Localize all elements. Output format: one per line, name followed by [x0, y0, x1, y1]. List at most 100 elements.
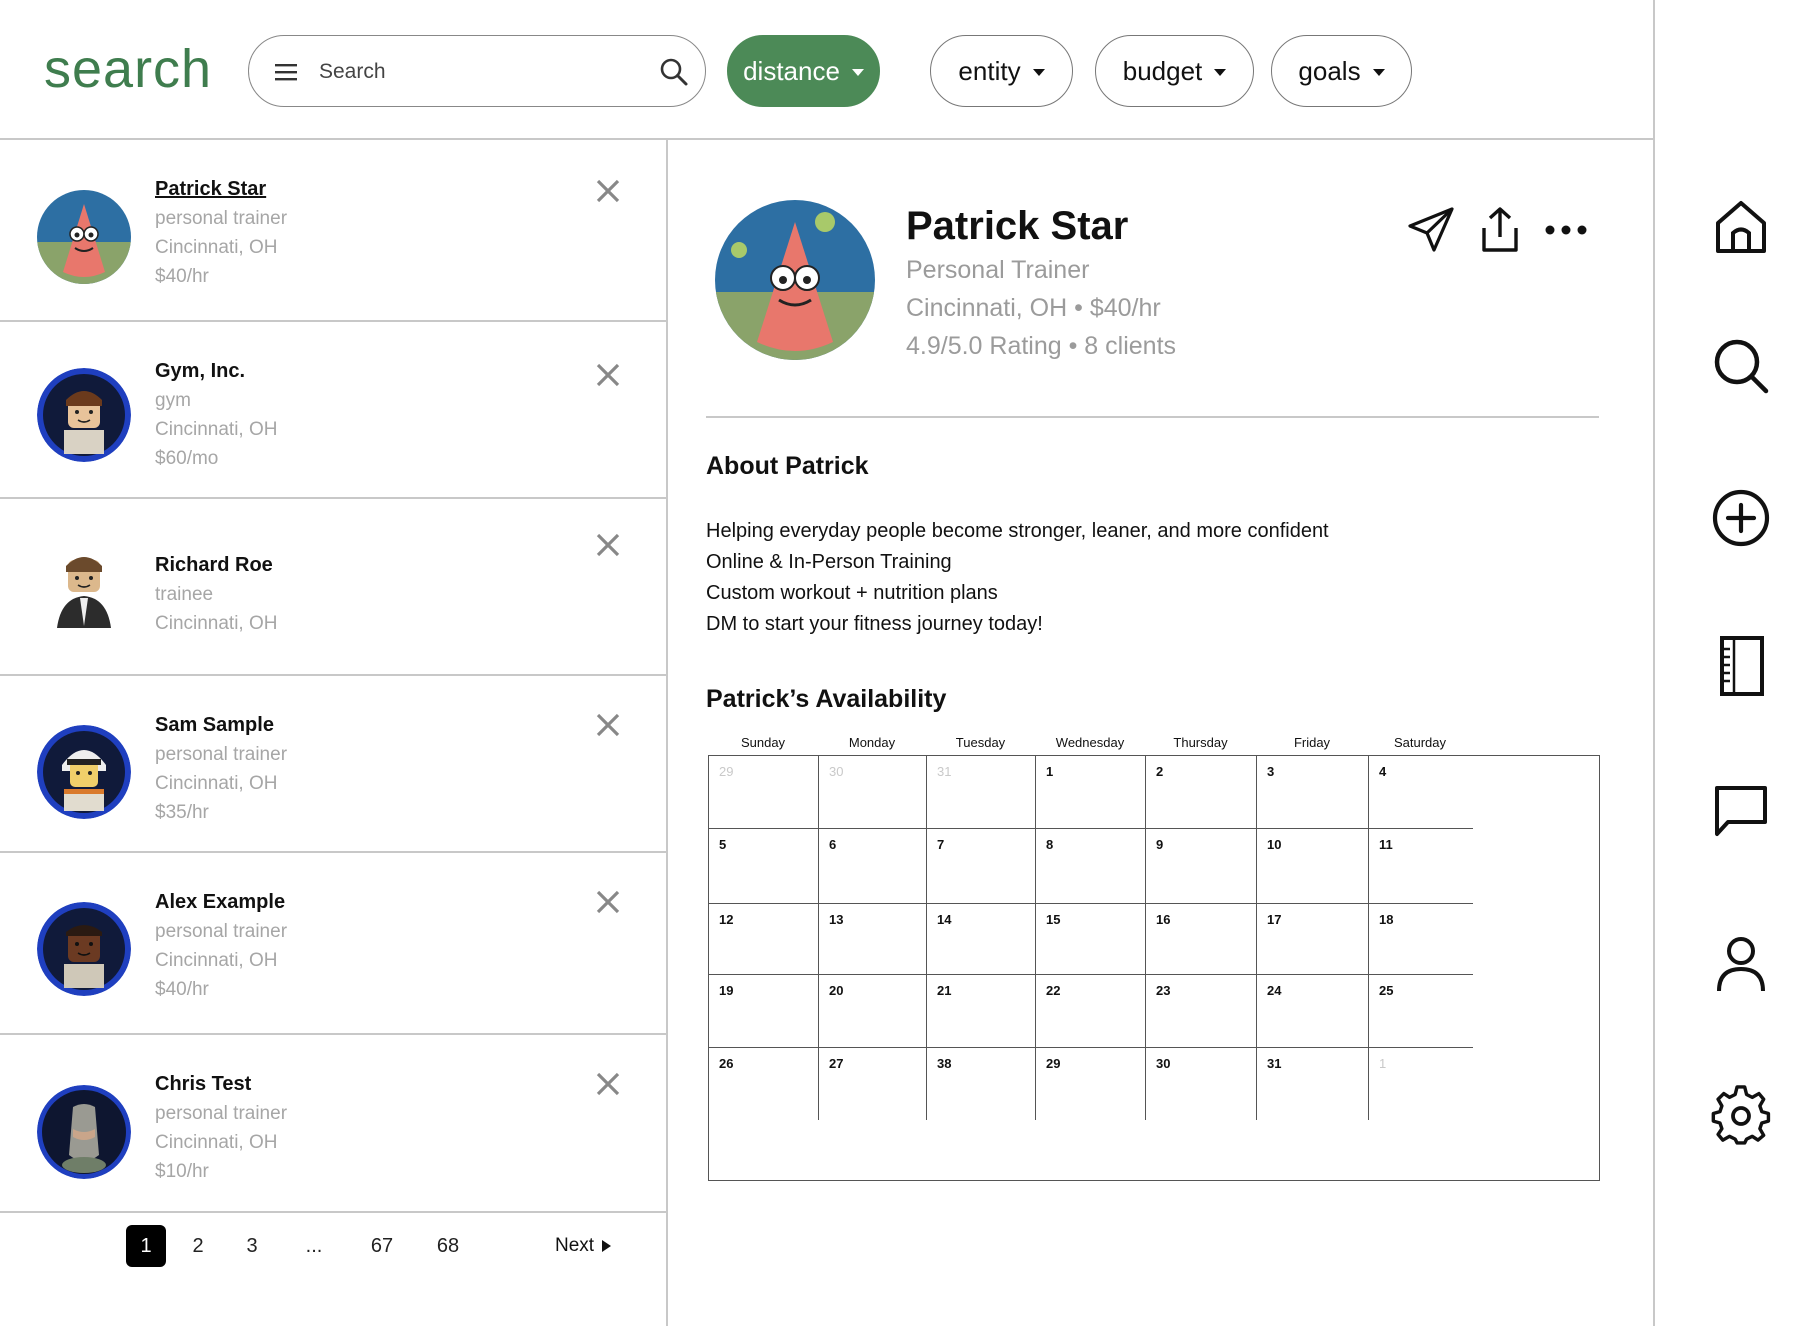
share-icon[interactable]	[1474, 204, 1526, 256]
calendar-day-number: 23	[1156, 983, 1171, 998]
result-info: Sam Sample personal trainer Cincinnati, …	[155, 710, 287, 827]
chevron-down-icon	[1372, 68, 1385, 76]
menu-icon[interactable]	[271, 56, 303, 88]
calendar-day-cell[interactable]: 13	[819, 904, 927, 975]
calendar-day-cell[interactable]: 11	[1369, 829, 1473, 904]
filter-goals[interactable]: goals	[1271, 35, 1412, 107]
calendar-day-number: 30	[1156, 1056, 1171, 1071]
calendar-day-cell[interactable]: 26	[709, 1048, 819, 1120]
result-rate: $35/hr	[155, 802, 209, 823]
calendar-day-number: 3	[1267, 764, 1275, 779]
calendar-day-cell[interactable]: 2	[1146, 756, 1257, 829]
calendar-day-cell[interactable]: 31	[1257, 1048, 1369, 1120]
calendar-day-cell[interactable]: 4	[1369, 756, 1473, 829]
result-name[interactable]: Gym, Inc.	[155, 356, 278, 386]
calendar-day-cell[interactable]: 30	[819, 756, 927, 829]
settings-icon[interactable]	[1710, 1085, 1772, 1147]
page-2-button[interactable]: 2	[178, 1225, 218, 1267]
calendar-weekday-label: Monday	[848, 735, 896, 750]
result-card[interactable]: Patrick Star personal trainer Cincinnati…	[0, 140, 666, 322]
calendar-day-cell[interactable]: 8	[1036, 829, 1146, 904]
close-icon[interactable]	[595, 1071, 621, 1097]
profile-icon[interactable]	[1710, 933, 1772, 995]
calendar-day-cell[interactable]: 29	[1036, 1048, 1146, 1120]
result-rate: $40/hr	[155, 266, 209, 287]
close-icon[interactable]	[595, 532, 621, 558]
search-icon[interactable]	[657, 55, 691, 89]
home-icon[interactable]	[1710, 195, 1772, 257]
close-icon[interactable]	[595, 712, 621, 738]
calendar-day-cell[interactable]: 9	[1146, 829, 1257, 904]
result-card[interactable]: Sam Sample personal trainer Cincinnati, …	[0, 676, 666, 853]
calendar-day-cell[interactable]: 29	[709, 756, 819, 829]
filter-entity[interactable]: entity	[930, 35, 1073, 107]
calendar-day-cell[interactable]: 21	[927, 975, 1036, 1048]
calendar-day-cell[interactable]: 1	[1036, 756, 1146, 829]
next-page-button[interactable]: Next	[555, 1225, 612, 1267]
result-card[interactable]: Richard Roe trainee Cincinnati, OH	[0, 499, 666, 676]
calendar-day-cell[interactable]: 20	[819, 975, 927, 1048]
search-icon[interactable]	[1710, 335, 1772, 397]
calendar-day-cell[interactable]: 3	[1257, 756, 1369, 829]
calendar-day-cell[interactable]: 10	[1257, 829, 1369, 904]
page-3-button[interactable]: 3	[232, 1225, 272, 1267]
chevron-down-icon	[1214, 68, 1227, 76]
page-1-button[interactable]: 1	[126, 1225, 166, 1267]
search-box[interactable]	[248, 35, 706, 107]
close-icon[interactable]	[595, 889, 621, 915]
close-icon[interactable]	[595, 178, 621, 204]
calendar-day-cell[interactable]: 14	[927, 904, 1036, 975]
page-67-button[interactable]: 67	[362, 1225, 402, 1267]
top-bar: search distance entity budget	[0, 0, 1653, 140]
result-name[interactable]: Patrick Star	[155, 174, 287, 204]
result-card[interactable]: Alex Example personal trainer Cincinnati…	[0, 853, 666, 1035]
message-icon[interactable]	[1710, 780, 1772, 842]
avatar	[37, 725, 131, 819]
notebook-icon[interactable]	[1710, 635, 1772, 697]
result-location: Cincinnati, OH	[155, 950, 278, 971]
result-card[interactable]: Chris Test personal trainer Cincinnati, …	[0, 1035, 666, 1213]
filter-budget[interactable]: budget	[1095, 35, 1254, 107]
calendar-day-cell[interactable]: 24	[1257, 975, 1369, 1048]
calendar-day-number: 29	[719, 764, 734, 779]
calendar-day-number: 27	[829, 1056, 844, 1071]
send-icon[interactable]	[1405, 204, 1457, 256]
result-name[interactable]: Sam Sample	[155, 710, 287, 740]
search-input[interactable]	[319, 52, 619, 92]
calendar-day-cell[interactable]: 12	[709, 904, 819, 975]
app: search distance entity budget	[0, 0, 1820, 1326]
calendar-day-cell[interactable]: 27	[819, 1048, 927, 1120]
calendar-day-cell[interactable]: 17	[1257, 904, 1369, 975]
add-icon[interactable]	[1710, 487, 1772, 549]
calendar-day-number: 30	[829, 764, 844, 779]
calendar-day-number: 4	[1379, 764, 1387, 779]
page-68-button[interactable]: 68	[428, 1225, 468, 1267]
result-name[interactable]: Richard Roe	[155, 550, 278, 580]
avatar	[37, 368, 131, 462]
filter-distance[interactable]: distance	[727, 35, 880, 107]
calendar-day-cell[interactable]: 23	[1146, 975, 1257, 1048]
calendar-day-cell[interactable]: 25	[1369, 975, 1473, 1048]
result-location: Cincinnati, OH	[155, 419, 278, 440]
close-icon[interactable]	[595, 362, 621, 388]
calendar-day-cell[interactable]: 18	[1369, 904, 1473, 975]
page-ellipsis: ...	[305, 1234, 323, 1257]
calendar-day-number: 1	[1379, 1056, 1387, 1071]
calendar-day-cell[interactable]: 38	[927, 1048, 1036, 1120]
calendar-day-cell[interactable]: 7	[927, 829, 1036, 904]
more-icon[interactable]	[1540, 204, 1592, 256]
calendar-day-cell[interactable]: 31	[927, 756, 1036, 829]
calendar-day-cell[interactable]: 16	[1146, 904, 1257, 975]
divider	[706, 416, 1599, 418]
calendar-day-cell[interactable]: 22	[1036, 975, 1146, 1048]
result-card[interactable]: Gym, Inc. gym Cincinnati, OH $60/mo	[0, 322, 666, 499]
result-name[interactable]: Chris Test	[155, 1069, 287, 1099]
calendar-day-cell[interactable]: 30	[1146, 1048, 1257, 1120]
calendar-day-number: 1	[1046, 764, 1054, 779]
calendar-day-cell[interactable]: 19	[709, 975, 819, 1048]
calendar-day-cell[interactable]: 5	[709, 829, 819, 904]
calendar-day-cell[interactable]: 6	[819, 829, 927, 904]
result-name[interactable]: Alex Example	[155, 887, 287, 917]
calendar-day-cell[interactable]: 15	[1036, 904, 1146, 975]
calendar-day-cell[interactable]: 1	[1369, 1048, 1473, 1120]
